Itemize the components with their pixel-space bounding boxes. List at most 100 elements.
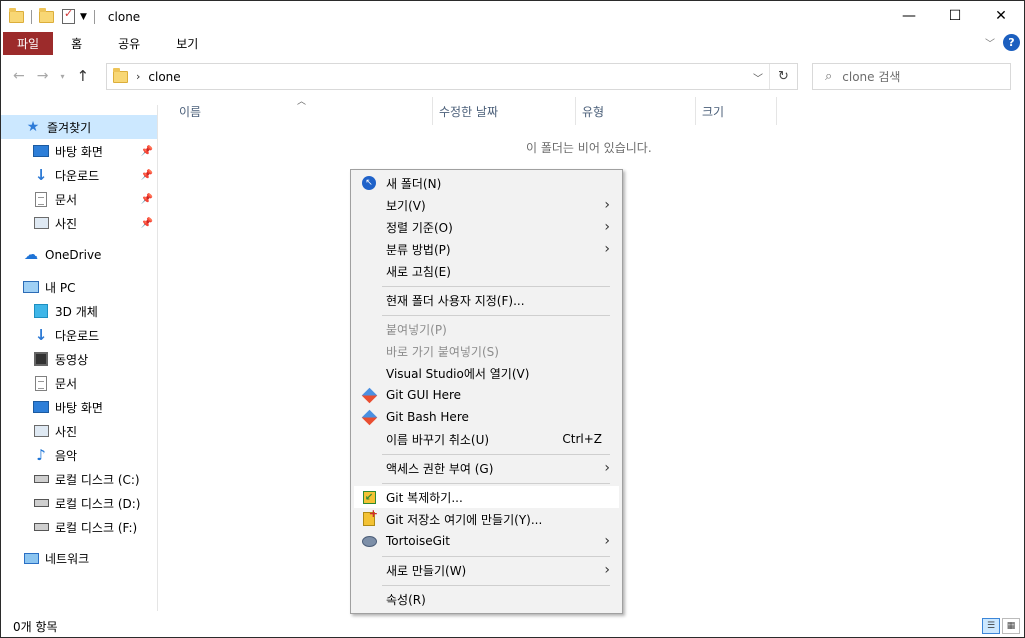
forward-arrow-icon[interactable]: → bbox=[37, 68, 49, 84]
nav-item-desktop-pinned[interactable]: 바탕 화면 📌 bbox=[1, 139, 157, 163]
nav-item-network[interactable]: 네트워크 bbox=[1, 546, 157, 570]
menu-item-undo-rename[interactable]: 이름 바꾸기 취소(U) Ctrl+Z bbox=[354, 428, 619, 450]
details-view-icon[interactable]: ☰ bbox=[982, 618, 1000, 634]
menu-item-give-access[interactable]: 액세스 권한 부여 (G) › bbox=[354, 457, 619, 479]
pin-icon: 📌 bbox=[140, 217, 153, 229]
nav-item-label: 문서 bbox=[55, 192, 78, 207]
menu-item-tortoisegit[interactable]: TortoiseGit › bbox=[354, 530, 619, 552]
desktop-icon bbox=[33, 401, 49, 413]
column-header-type[interactable]: 유형 bbox=[576, 97, 604, 125]
up-arrow-icon[interactable]: ↑ bbox=[76, 67, 89, 85]
column-divider[interactable] bbox=[776, 97, 777, 125]
status-bar: 0개 항목 ☰ ▦ bbox=[1, 615, 1024, 637]
nav-item-label: 음악 bbox=[55, 448, 78, 463]
menu-separator bbox=[382, 315, 610, 316]
column-header-name[interactable]: 이름 bbox=[173, 97, 201, 125]
address-bar[interactable]: › clone ﹀ ↻ bbox=[106, 63, 798, 90]
nav-item-desktop[interactable]: 바탕 화면 bbox=[1, 395, 157, 419]
customize-toolbar-dropdown-icon[interactable]: ▼ bbox=[80, 12, 87, 22]
submenu-arrow-icon: › bbox=[604, 562, 610, 578]
title-bar: ▼ clone — ☐ ✕ bbox=[1, 1, 1024, 32]
menu-item-paste-shortcut[interactable]: 바로 가기 붙여넣기(S) bbox=[354, 340, 619, 362]
minimize-button[interactable]: — bbox=[886, 1, 932, 31]
menu-item-customize-folder[interactable]: 현재 폴더 사용자 지정(F)... bbox=[354, 289, 619, 311]
back-arrow-icon[interactable]: ← bbox=[13, 68, 25, 84]
submenu-arrow-icon: › bbox=[604, 197, 610, 213]
breadcrumb-current[interactable]: clone bbox=[148, 70, 180, 84]
menu-item-label: Git 저장소 여기에 만들기(Y)... bbox=[386, 512, 543, 527]
menu-item-new[interactable]: 새로 만들기(W) › bbox=[354, 559, 619, 581]
menu-item-new-folder[interactable]: ↖ 새 폴더(N) bbox=[354, 172, 619, 194]
nav-item-label: 네트워크 bbox=[45, 551, 90, 566]
video-icon bbox=[34, 352, 48, 366]
nav-item-pictures[interactable]: 사진 bbox=[1, 419, 157, 443]
pane-divider[interactable] bbox=[157, 105, 158, 611]
desktop-icon bbox=[33, 145, 49, 157]
drive-icon bbox=[33, 523, 49, 531]
menu-item-properties[interactable]: 속성(R) bbox=[354, 588, 619, 610]
help-icon[interactable]: ? bbox=[1003, 34, 1020, 51]
menu-item-open-in-visual-studio[interactable]: Visual Studio에서 열기(V) bbox=[354, 362, 619, 384]
tab-share[interactable]: 공유 bbox=[100, 32, 158, 55]
column-header-size[interactable]: 크기 bbox=[696, 97, 724, 125]
menu-item-view[interactable]: 보기(V) › bbox=[354, 194, 619, 216]
nav-item-pictures-pinned[interactable]: 사진 📌 bbox=[1, 211, 157, 235]
menu-item-git-create-repo[interactable]: Git 저장소 여기에 만들기(Y)... bbox=[354, 507, 619, 530]
menu-item-git-clone[interactable]: ↙ Git 복제하기... bbox=[354, 486, 619, 508]
menu-separator bbox=[382, 585, 610, 586]
tab-home[interactable]: 홈 bbox=[53, 32, 100, 55]
close-button[interactable]: ✕ bbox=[978, 1, 1024, 31]
maximize-button[interactable]: ☐ bbox=[932, 1, 978, 31]
menu-item-group-by[interactable]: 분류 방법(P) › bbox=[354, 238, 619, 260]
nav-item-label: 로컬 디스크 (C:) bbox=[55, 472, 140, 487]
menu-item-sort-by[interactable]: 정렬 기준(O) › bbox=[354, 216, 619, 238]
refresh-icon[interactable]: ↻ bbox=[769, 64, 797, 89]
menu-item-label: 속성(R) bbox=[386, 592, 426, 607]
menu-separator bbox=[382, 483, 610, 484]
column-headers: ︿ 이름 수정한 날짜 유형 크기 bbox=[159, 97, 779, 125]
nav-item-label: 로컬 디스크 (D:) bbox=[55, 496, 141, 511]
breadcrumb-chevron-icon[interactable]: › bbox=[136, 70, 140, 83]
large-icons-view-icon[interactable]: ▦ bbox=[1002, 618, 1020, 634]
nav-item-drive-f[interactable]: 로컬 디스크 (F:) bbox=[1, 515, 157, 539]
quick-access-toolbar: ▼ bbox=[9, 1, 102, 32]
context-menu: ↖ 새 폴더(N) 보기(V) › 정렬 기준(O) › 분류 방법(P) › … bbox=[350, 169, 623, 614]
column-header-modified[interactable]: 수정한 날짜 bbox=[433, 97, 498, 125]
menu-item-git-gui-here[interactable]: Git GUI Here bbox=[354, 384, 619, 406]
nav-item-this-pc[interactable]: 내 PC bbox=[1, 275, 157, 299]
expand-ribbon-icon[interactable]: ﹀ bbox=[985, 35, 995, 50]
item-count: 0개 항목 bbox=[13, 620, 58, 634]
nav-item-onedrive[interactable]: ☁ OneDrive bbox=[1, 243, 157, 267]
pin-icon: 📌 bbox=[140, 145, 153, 157]
document-icon bbox=[35, 375, 47, 391]
address-row: ← → ▾ ↑ › clone ﹀ ↻ ⌕ clone 검색 bbox=[1, 63, 1024, 91]
menu-item-git-bash-here[interactable]: Git Bash Here bbox=[354, 406, 619, 428]
nav-item-documents-pinned[interactable]: 문서 📌 bbox=[1, 187, 157, 211]
menu-item-label: 새로 만들기(W) bbox=[386, 563, 467, 578]
nav-item-label: 로컬 디스크 (F:) bbox=[55, 520, 138, 535]
menu-item-label: 바로 가기 붙여넣기(S) bbox=[386, 344, 499, 359]
nav-item-drive-c[interactable]: 로컬 디스크 (C:) bbox=[1, 467, 157, 491]
nav-item-downloads[interactable]: ↓ 다운로드 bbox=[1, 323, 157, 347]
new-folder-quick-icon[interactable] bbox=[39, 7, 54, 23]
empty-folder-message: 이 폴더는 비어 있습니다. bbox=[526, 141, 652, 155]
menu-item-label: 액세스 권한 부여 (G) bbox=[386, 461, 494, 476]
nav-item-label: 사진 bbox=[55, 216, 78, 231]
menu-item-refresh[interactable]: 새로 고침(E) bbox=[354, 260, 619, 282]
tab-file[interactable]: 파일 bbox=[3, 32, 54, 55]
nav-item-quick-access[interactable]: ★ 즐겨찾기 bbox=[1, 115, 157, 139]
search-placeholder[interactable]: clone 검색 bbox=[842, 68, 900, 85]
address-history-dropdown-icon[interactable]: ﹀ bbox=[753, 70, 763, 85]
nav-item-music[interactable]: ♪ 음악 bbox=[1, 443, 157, 467]
menu-item-paste[interactable]: 붙여넣기(P) bbox=[354, 318, 619, 340]
nav-item-videos[interactable]: 동영상 bbox=[1, 347, 157, 371]
search-box[interactable]: ⌕ clone 검색 bbox=[812, 63, 1011, 90]
nav-item-3d-objects[interactable]: 3D 개체 bbox=[1, 299, 157, 323]
menu-item-label: TortoiseGit bbox=[386, 534, 450, 548]
nav-item-downloads-pinned[interactable]: ↓ 다운로드 📌 bbox=[1, 163, 157, 187]
properties-quick-icon[interactable] bbox=[62, 7, 75, 24]
tab-view[interactable]: 보기 bbox=[158, 32, 216, 55]
recent-locations-dropdown-icon[interactable]: ▾ bbox=[60, 72, 64, 81]
nav-item-drive-d[interactable]: 로컬 디스크 (D:) bbox=[1, 491, 157, 515]
nav-item-documents[interactable]: 문서 bbox=[1, 371, 157, 395]
